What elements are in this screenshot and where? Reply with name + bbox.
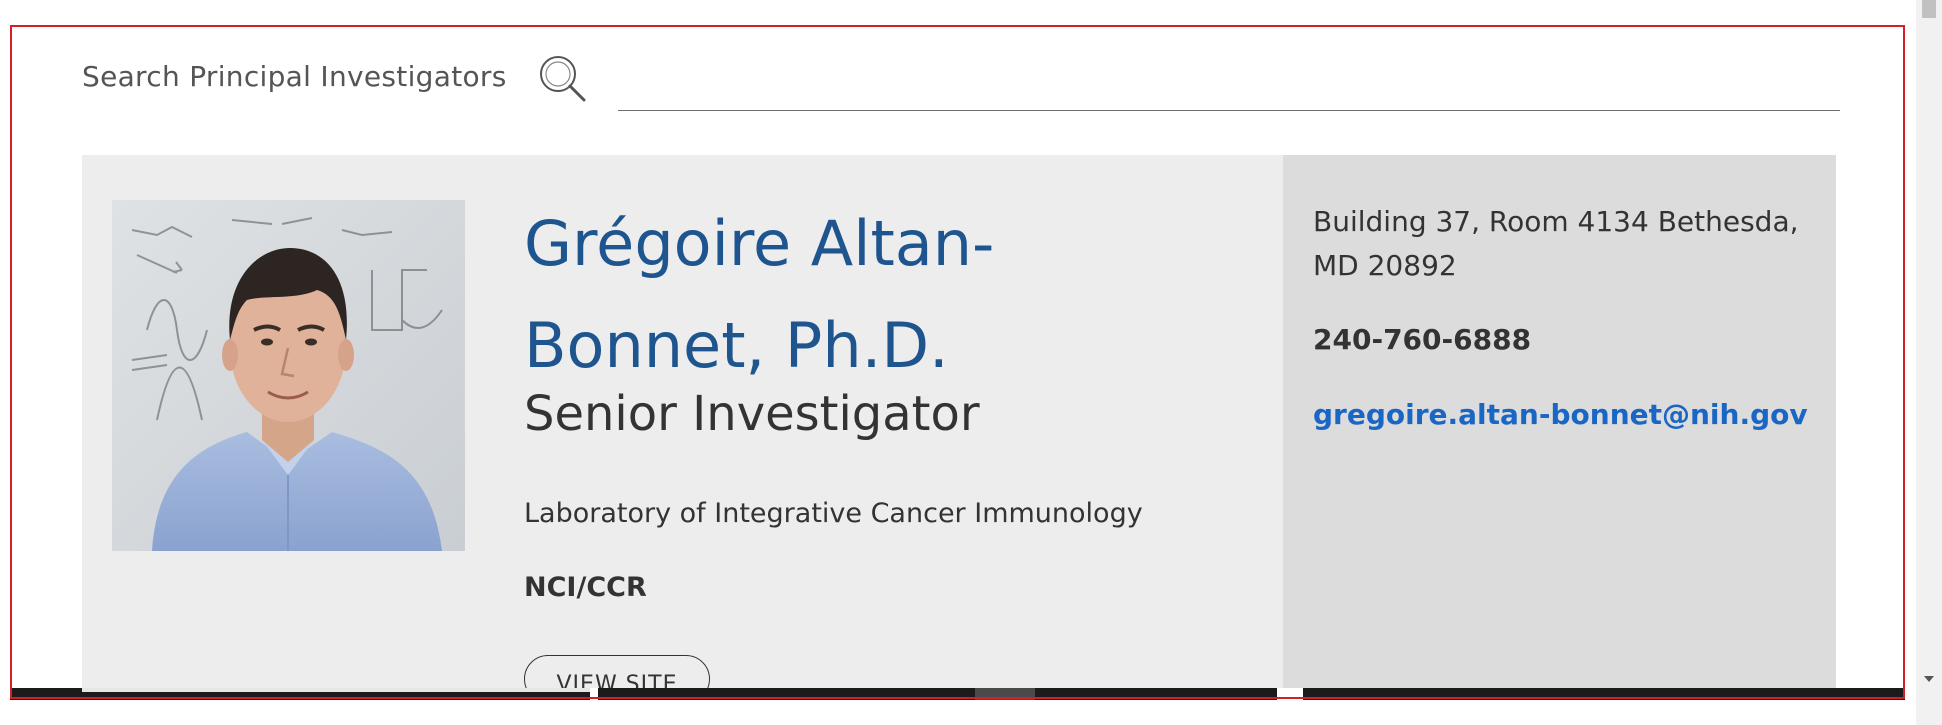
strip-marker [975, 688, 1035, 700]
strip-gap [1277, 688, 1303, 700]
search-input[interactable] [618, 60, 1840, 111]
vertical-scrollbar[interactable] [1916, 0, 1942, 725]
investigator-card: Grégoire Altan-Bonnet, Ph.D. Senior Inve… [82, 155, 1836, 690]
view-site-button[interactable]: VIEW SITE [524, 655, 710, 690]
email-link[interactable]: gregoire.altan-bonnet@nih.gov [1313, 398, 1808, 431]
next-card-edge [82, 688, 590, 692]
address: Building 37, Room 4134 Bethesda, MD 2089… [1313, 205, 1799, 282]
investigator-name: Grégoire Altan-Bonnet, Ph.D. [524, 207, 995, 382]
organization: NCI/CCR [524, 572, 647, 603]
investigator-photo [112, 200, 465, 551]
search-icon[interactable] [538, 54, 588, 104]
strip-gap [590, 688, 598, 700]
scroll-down-arrow-icon[interactable] [1924, 676, 1934, 682]
scrollbar-thumb[interactable] [1922, 0, 1936, 18]
contact-panel: Building 37, Room 4134 Bethesda, MD 2089… [1283, 155, 1836, 690]
investigator-title: Senior Investigator [524, 386, 980, 442]
phone-number: 240-760-6888 [1313, 323, 1532, 356]
lab-name: Laboratory of Integrative Cancer Immunol… [524, 498, 1143, 529]
search-label: Search Principal Investigators [82, 60, 507, 93]
